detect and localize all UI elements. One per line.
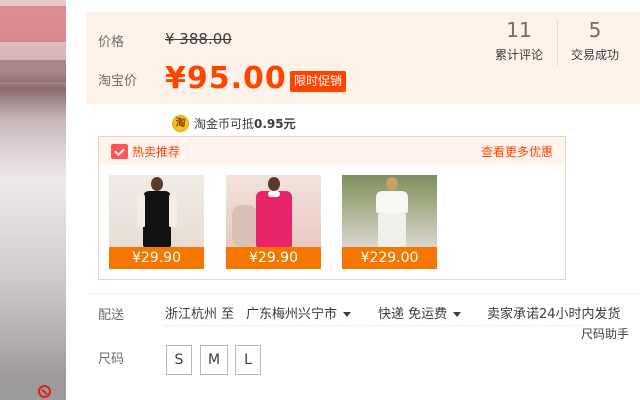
- section-divider: [86, 293, 640, 294]
- coin-amount: 0.95元: [254, 116, 296, 131]
- model-head: [386, 177, 398, 191]
- recommend-product-1[interactable]: ¥29.90: [109, 175, 204, 269]
- promo-price: ¥95.00: [165, 61, 287, 96]
- taobao-price-label: 淘宝价: [98, 74, 138, 89]
- recommend-product-2[interactable]: ¥29.90: [226, 175, 321, 269]
- chevron-down-icon: [343, 312, 352, 317]
- model-dress: [256, 191, 292, 247]
- ship-destination-select[interactable]: 广东梅州兴宁市: [246, 303, 352, 322]
- size-option-m[interactable]: M: [200, 345, 229, 375]
- size-option-s[interactable]: S: [166, 345, 192, 375]
- model-dress: [143, 191, 171, 247]
- product-image[interactable]: [226, 175, 321, 247]
- shipping-label: 配送: [98, 308, 125, 323]
- coin-text: 淘金币可抵0.95元: [194, 116, 296, 131]
- stat-transactions[interactable]: 5 交易成功: [564, 18, 626, 63]
- stat-reviews[interactable]: 11 累计评论: [488, 18, 550, 63]
- product-main-image[interactable]: [0, 0, 66, 400]
- ship-from: 浙江杭州 至: [165, 307, 235, 322]
- product-image[interactable]: [109, 175, 204, 247]
- hot-recommend-header: 热卖推荐 查看更多优惠: [99, 137, 565, 165]
- ship-method-select[interactable]: 快递 免运费: [378, 303, 462, 322]
- ship-promise: 卖家承诺24小时内发货: [487, 307, 621, 322]
- original-price: ¥ 388.00: [165, 30, 232, 48]
- price-label: 价格: [98, 35, 125, 50]
- taojinbi-coin-icon: 淘: [172, 114, 189, 132]
- coin-deduction: 淘 淘金币可抵0.95元: [172, 114, 296, 132]
- size-label: 尺码: [98, 352, 125, 367]
- product-price-tag: ¥229.00: [342, 247, 437, 269]
- product-image[interactable]: [342, 175, 437, 247]
- stat-transactions-count: 5: [588, 18, 602, 42]
- model-top: [376, 191, 408, 213]
- product-price-tag: ¥29.90: [109, 247, 204, 269]
- model-trousers: [378, 213, 406, 247]
- hot-recommend-box: 热卖推荐 查看更多优惠 ¥29.90 ¥29.90 ¥229.00: [98, 136, 566, 280]
- hot-mail-icon: [111, 144, 128, 159]
- size-helper-link[interactable]: 尺码助手: [581, 325, 629, 342]
- prohibited-icon: [38, 385, 51, 398]
- stat-reviews-count: 11: [506, 18, 532, 42]
- model-sleeve-left: [137, 193, 145, 227]
- model-head: [151, 177, 163, 191]
- stat-reviews-label: 累计评论: [494, 48, 543, 62]
- size-option-l[interactable]: L: [235, 345, 261, 375]
- chair-back: [232, 205, 258, 247]
- stat-transactions-label: 交易成功: [570, 48, 619, 62]
- see-more-deals-link[interactable]: 查看更多优惠: [481, 143, 553, 160]
- hot-recommend-title: 热卖推荐: [132, 145, 181, 159]
- stat-divider: [557, 20, 558, 66]
- model-sleeve-right: [169, 193, 177, 227]
- dashed-divider: [165, 325, 585, 326]
- model-collar: [268, 191, 280, 197]
- model-head: [268, 177, 280, 191]
- product-price-tag: ¥29.90: [226, 247, 321, 269]
- image-blur-mid: [0, 60, 66, 82]
- chevron-down-icon: [453, 312, 462, 317]
- recommend-product-3[interactable]: ¥229.00: [342, 175, 437, 269]
- image-blur-top: [0, 6, 66, 42]
- promo-badge: 限时促销: [290, 71, 347, 92]
